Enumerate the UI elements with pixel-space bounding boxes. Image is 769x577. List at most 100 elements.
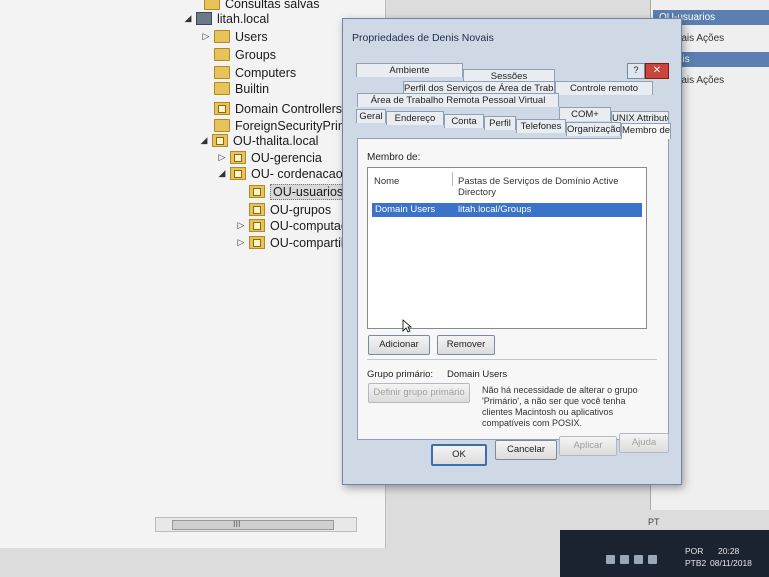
primary-group-note: Não há necessidade de alterar o grupo 'P… xyxy=(482,385,638,428)
tree-item-label: OU-thalita.local xyxy=(233,133,319,148)
tree-item-label: OU-usuarios xyxy=(270,183,347,200)
clock-time[interactable]: 20:28 xyxy=(718,546,739,556)
collapse-arrow-icon[interactable]: ◢ xyxy=(216,168,228,179)
tree-item-label: Computers xyxy=(235,65,297,80)
ou-icon xyxy=(230,167,246,180)
member-of-list[interactable]: Nome Pastas de Serviços de Domínio Activ… xyxy=(367,167,647,329)
tree-item-builtin[interactable]: Builtin xyxy=(200,80,269,97)
tree-item-ou-thalita[interactable]: ◢ OU-thalita.local xyxy=(198,132,319,149)
collapse-arrow-icon[interactable]: ◢ xyxy=(182,13,194,24)
folder-icon xyxy=(214,119,230,132)
tree-item-ou-compartil[interactable]: ▷ OU-compartil xyxy=(235,234,344,251)
divider xyxy=(367,359,657,360)
expand-arrow-icon[interactable]: ▷ xyxy=(200,31,212,42)
scrollbar-thumb[interactable]: III xyxy=(172,519,334,530)
tree-item-label: litah.local xyxy=(217,11,270,26)
tree-item-computers[interactable]: Computers xyxy=(200,64,296,81)
expand-arrow-icon[interactable]: ▷ xyxy=(235,237,247,248)
group-folder-cell: litah.local/Groups xyxy=(458,204,532,215)
member-of-tab-content: Membro de: Nome Pastas de Serviços de Do… xyxy=(357,138,669,440)
remove-button[interactable]: Remover xyxy=(437,335,495,355)
tree-item-ou-grupos[interactable]: OU-grupos xyxy=(235,201,331,218)
apply-button[interactable]: Aplicar xyxy=(559,436,617,456)
folder-icon xyxy=(214,30,230,43)
member-of-label: Membro de: xyxy=(367,152,421,163)
add-button[interactable]: Adicionar xyxy=(368,335,430,355)
clock-date[interactable]: 08/11/2018 xyxy=(710,558,752,568)
column-divider[interactable] xyxy=(452,172,453,186)
tree-item-groups[interactable]: Groups xyxy=(200,46,276,63)
input-language[interactable]: POR xyxy=(685,546,703,556)
ok-button[interactable]: OK xyxy=(431,444,487,466)
ou-icon xyxy=(214,102,230,115)
tree-item-label: Consultas salvas xyxy=(225,0,320,11)
tree-item-label: Groups xyxy=(235,47,276,62)
network-icon[interactable] xyxy=(606,555,615,564)
close-icon[interactable]: ✕ xyxy=(645,63,669,79)
tree-item-domain-controllers[interactable]: Domain Controllers xyxy=(200,100,342,117)
language-bar[interactable]: PT xyxy=(648,517,660,527)
horizontal-scrollbar[interactable]: III xyxy=(155,517,357,532)
console-tree-panel: Consultas salvas ◢ litah.local ▷ Users G… xyxy=(0,0,386,548)
tab-ambiente[interactable]: Ambiente xyxy=(356,63,463,77)
ou-icon xyxy=(249,219,265,232)
ou-icon xyxy=(249,236,265,249)
keyboard-layout[interactable]: PTB2 xyxy=(685,558,706,568)
tree-item-ou-computac[interactable]: ▷ OU-computac xyxy=(235,217,348,234)
user-properties-dialog: Propriedades de Denis Novais ? ✕ Ambient… xyxy=(342,18,682,485)
tree-item-label: OU-gerencia xyxy=(251,150,322,165)
tree-item-label: OU-compartil xyxy=(270,235,344,250)
tab-com[interactable]: COM+ xyxy=(559,107,611,121)
tree-item-ou-usuarios[interactable]: OU-usuarios xyxy=(235,183,347,200)
tree-item-label: OU-grupos xyxy=(270,202,332,217)
ou-icon xyxy=(212,134,228,147)
tree-item-label: Builtin xyxy=(235,81,270,96)
folder-icon xyxy=(214,66,230,79)
tree-item-ou-gerencia[interactable]: ▷ OU-gerencia xyxy=(216,149,322,166)
ou-icon xyxy=(230,151,246,164)
tree-item-label: Domain Controllers xyxy=(235,101,342,116)
tree-item-label: Users xyxy=(235,29,268,44)
dialog-title: Propriedades de Denis Novais xyxy=(352,32,494,44)
primary-group-label: Grupo primário: xyxy=(367,369,433,380)
tab-geral[interactable]: Geral xyxy=(356,109,386,123)
set-primary-group-button[interactable]: Definir grupo primário xyxy=(368,383,470,403)
ou-icon xyxy=(249,185,265,198)
folder-icon xyxy=(204,0,220,10)
tree-item-label: ForeignSecurityPrinci xyxy=(235,118,354,133)
tree-item-users[interactable]: ▷ Users xyxy=(200,28,268,45)
tab-conta[interactable]: Conta xyxy=(444,114,484,128)
help-button[interactable]: Ajuda xyxy=(619,433,669,453)
power-icon[interactable] xyxy=(648,555,657,564)
tab-endereco[interactable]: Endereço xyxy=(386,111,444,125)
tab-perfil[interactable]: Perfil xyxy=(484,116,516,130)
volume-icon[interactable] xyxy=(620,555,629,564)
taskbar: POR PTB2 20:28 08/11/2018 xyxy=(560,530,769,577)
cancel-button[interactable]: Cancelar xyxy=(495,440,557,460)
collapse-arrow-icon[interactable]: ◢ xyxy=(198,135,210,146)
tree-item-label: OU- cordenacao xyxy=(251,166,343,181)
expand-arrow-icon[interactable]: ▷ xyxy=(216,152,228,163)
help-title-button[interactable]: ? xyxy=(627,63,645,79)
tree-item-ou-cordenacao[interactable]: ◢ OU- cordenacao xyxy=(216,165,343,182)
tab-controle-remoto[interactable]: Controle remoto xyxy=(555,81,653,95)
mouse-cursor-icon xyxy=(402,319,412,333)
tab-area-trabalho[interactable]: Área de Trabalho Remota Pessoal Virtual xyxy=(357,93,559,107)
tab-organizacao[interactable]: Organização xyxy=(566,122,621,136)
tree-item-label: OU-computac xyxy=(270,218,348,233)
domain-icon xyxy=(196,12,212,25)
column-header-folder[interactable]: Pastas de Serviços de Domínio Active Dir… xyxy=(458,176,646,198)
flag-icon[interactable] xyxy=(634,555,643,564)
tab-membro-de[interactable]: Membro de xyxy=(621,123,671,139)
primary-group-value: Domain Users xyxy=(447,369,508,380)
folder-icon xyxy=(214,82,230,95)
group-name-cell: Domain Users xyxy=(375,204,436,215)
list-item[interactable]: Domain Users litah.local/Groups xyxy=(372,203,642,217)
tree-item-domain[interactable]: ◢ litah.local xyxy=(182,10,270,27)
expand-arrow-icon[interactable]: ▷ xyxy=(235,220,247,231)
folder-icon xyxy=(214,48,230,61)
column-header-name[interactable]: Nome xyxy=(374,176,399,187)
scrollbar-grip: III xyxy=(233,519,241,529)
ou-icon xyxy=(249,203,265,216)
tab-telefones[interactable]: Telefones xyxy=(516,119,566,133)
